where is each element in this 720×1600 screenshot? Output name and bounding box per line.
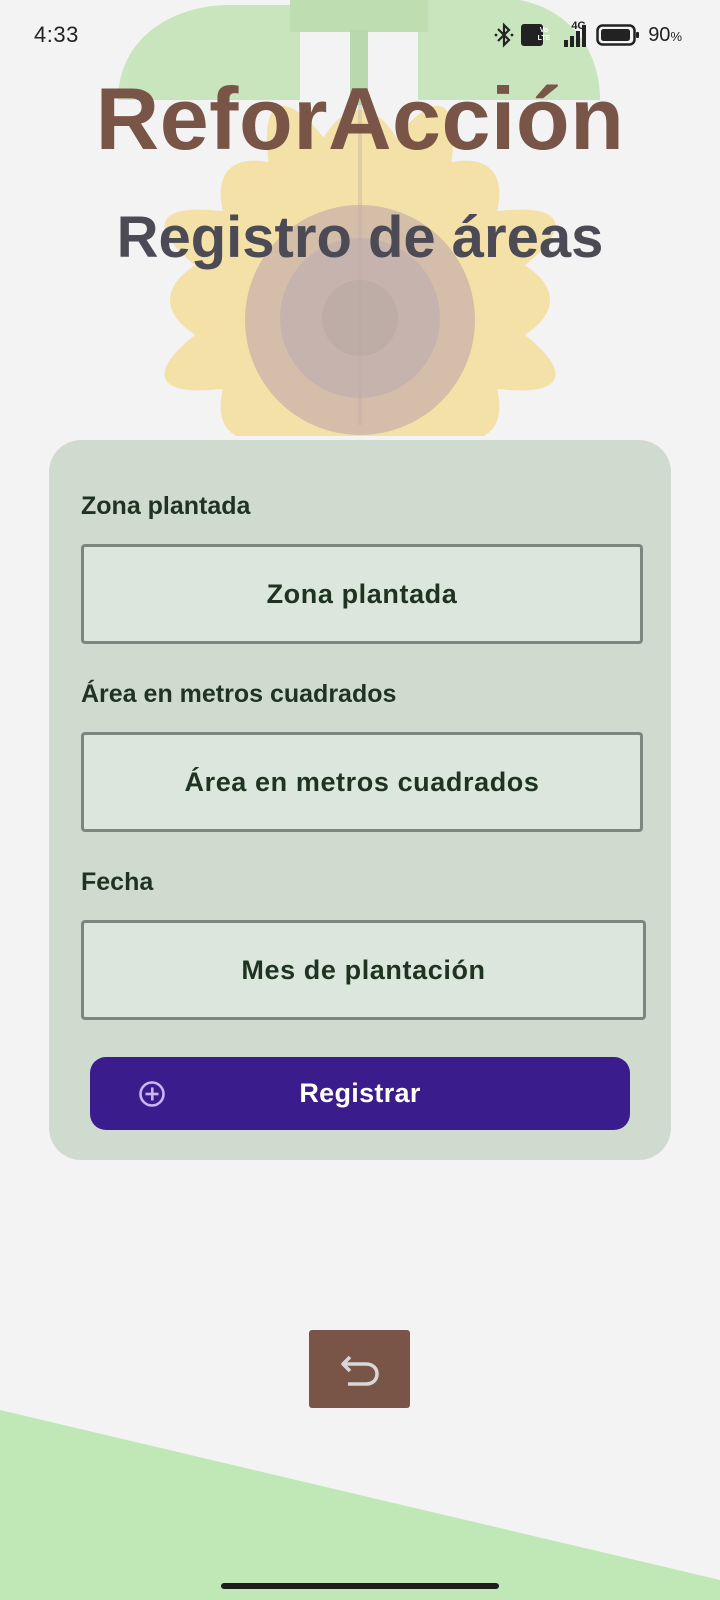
register-button-label: Registrar xyxy=(299,1078,421,1108)
bluetooth-icon xyxy=(494,22,514,48)
volte-label: Vo LTE xyxy=(537,27,551,42)
fecha-input[interactable] xyxy=(84,923,643,1017)
network-type: 4G xyxy=(571,20,586,32)
undo-arrow-icon xyxy=(340,1355,379,1386)
gesture-navigation-handle[interactable] xyxy=(221,1583,499,1589)
add-circle-icon xyxy=(139,1081,165,1107)
status-time: 4:33 xyxy=(34,22,79,47)
registration-form-card: Zona plantada Área en metros cuadrados F… xyxy=(49,440,671,1160)
status-bar: 4:33 Vo LTE 4G 90% xyxy=(0,0,720,72)
fecha-label: Fecha xyxy=(81,868,154,896)
page-title: Registro de áreas xyxy=(116,205,604,270)
fecha-field xyxy=(81,920,646,1020)
area-field xyxy=(81,732,643,832)
zona-plantada-label: Zona plantada xyxy=(81,492,251,520)
app-title: ReforAcción xyxy=(95,69,625,168)
bottom-grass-decoration xyxy=(0,1410,720,1600)
back-button[interactable] xyxy=(309,1330,410,1408)
battery-icon xyxy=(596,24,640,46)
area-label: Área en metros cuadrados xyxy=(81,680,397,708)
zona-plantada-field xyxy=(81,544,643,644)
register-button[interactable]: Registrar xyxy=(90,1057,630,1130)
battery-percent: 90% xyxy=(648,23,682,46)
status-icons: Vo LTE 4G 90% xyxy=(494,20,682,50)
zona-plantada-input[interactable] xyxy=(84,547,640,641)
area-input[interactable] xyxy=(84,735,640,829)
